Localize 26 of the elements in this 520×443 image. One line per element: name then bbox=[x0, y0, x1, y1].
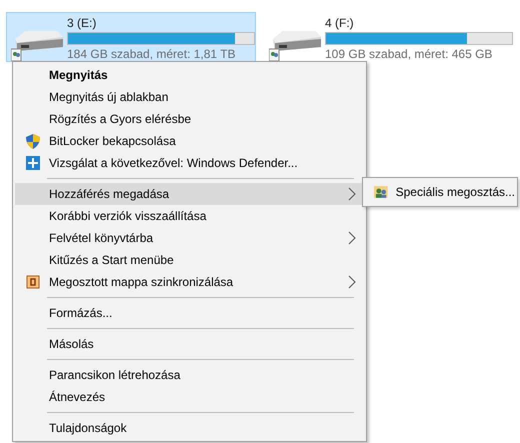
menu-item[interactable]: BitLocker bekapcsolása bbox=[15, 130, 364, 152]
drive-info: 109 GB szabad, méret: 465 GB bbox=[325, 47, 494, 61]
sync-icon bbox=[25, 274, 41, 290]
drive-info: 184 GB szabad, méret: 1,81 TB bbox=[67, 47, 237, 61]
menu-item[interactable]: Hozzáférés megadása bbox=[15, 183, 364, 205]
shield-cross-icon bbox=[25, 155, 41, 171]
menu-item[interactable]: Másolás bbox=[15, 333, 364, 355]
menu-item[interactable]: Rögzítés a Gyors elérésbe bbox=[15, 108, 364, 130]
shield-icon bbox=[25, 133, 41, 149]
menu-item[interactable]: Speciális megosztás... bbox=[365, 181, 515, 203]
menu-item[interactable]: Parancsikon létrehozása bbox=[15, 364, 364, 386]
menu-item[interactable]: Megnyitás bbox=[15, 64, 364, 86]
menu-item[interactable]: Megosztott mappa szinkronizálása bbox=[15, 271, 364, 293]
drive-name: 4 (F:) bbox=[325, 16, 355, 30]
menu-item[interactable]: Felvétel könyvtárba bbox=[15, 227, 364, 249]
drive-tile[interactable]: 4 (F:) 109 GB szabad, méret: 465 GB bbox=[264, 12, 514, 62]
menu-item[interactable]: Formázás... bbox=[15, 302, 364, 324]
users-icon bbox=[373, 184, 389, 200]
menu-item[interactable]: Tulajdonságok bbox=[15, 417, 364, 439]
menu-item[interactable]: Kitűzés a Start menübe bbox=[15, 249, 364, 271]
menu-item[interactable]: Megnyitás új ablakban bbox=[15, 86, 364, 108]
menu-item[interactable]: Átnevezés bbox=[15, 386, 364, 408]
drive-tile[interactable]: 3 (E:) 184 GB szabad, méret: 1,81 TB bbox=[6, 12, 256, 62]
menu-item[interactable]: Vizsgálat a következővel: Windows Defender... bbox=[15, 152, 364, 174]
drive-name: 3 (E:) bbox=[67, 16, 98, 30]
menu-item[interactable]: Korábbi verziók visszaállítása bbox=[15, 205, 364, 227]
